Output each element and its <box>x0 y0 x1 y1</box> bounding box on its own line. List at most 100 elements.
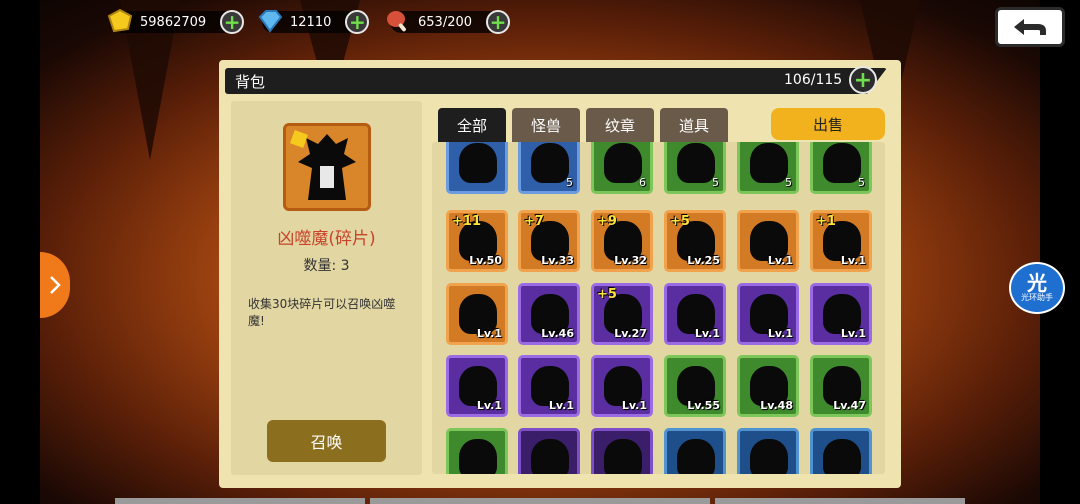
item-count: 5 <box>566 176 573 189</box>
sell-button[interactable]: 出售 <box>771 108 885 140</box>
inventory-item[interactable] <box>446 428 508 474</box>
inventory-item[interactable]: +5 Lv.25 <box>664 210 726 272</box>
enhance-level: +9 <box>597 214 617 229</box>
tab-all[interactable]: 全部 <box>438 108 506 142</box>
nav-bar-segment <box>715 498 965 504</box>
inventory-item[interactable]: Lv.1 <box>591 355 653 417</box>
add-gold-button[interactable]: + <box>220 10 245 34</box>
inventory-item[interactable]: +7 Lv.33 <box>518 210 580 272</box>
helper-floating-button[interactable]: 光 光环助手 <box>1009 262 1065 314</box>
inventory-item[interactable] <box>810 428 872 474</box>
monster-silhouette-icon <box>459 439 497 474</box>
inventory-item[interactable]: 5 <box>664 142 726 194</box>
tab-emblems[interactable]: 纹章 <box>586 108 654 142</box>
stamina-amount: 653/200 <box>418 14 473 30</box>
helper-icon-text: 光 <box>1027 271 1047 295</box>
monster-silhouette-icon <box>604 439 642 474</box>
item-count: 5 <box>785 176 792 189</box>
monster-silhouette-icon <box>531 143 569 183</box>
inventory-item[interactable]: +9 Lv.32 <box>591 210 653 272</box>
item-level: Lv.1 <box>694 327 720 340</box>
inventory-item[interactable]: 5 <box>810 142 872 194</box>
item-level: Lv.1 <box>476 327 502 340</box>
helper-label: 光环助手 <box>1021 293 1053 302</box>
chevron-right-icon <box>50 276 61 294</box>
item-count: 5 <box>712 176 719 189</box>
inventory-item[interactable]: 6 <box>591 142 653 194</box>
inventory-item[interactable]: +1 Lv.1 <box>810 210 872 272</box>
inventory-grid: 5 6 5 5 5 +11 Lv.50 +7 Lv.33 +9 Lv.32 +5 Lv.25 Lv.1 +1… <box>432 142 885 474</box>
item-level: Lv.48 <box>760 399 793 412</box>
item-level: Lv.25 <box>687 254 720 267</box>
stamina-resource: 653/200 + <box>387 9 511 35</box>
gold-icon <box>107 8 133 33</box>
quantity-value: 3 <box>340 258 350 274</box>
item-level: Lv.47 <box>833 399 866 412</box>
selected-item-name: 凶噬魔(碎片) <box>277 229 376 249</box>
item-level: Lv.1 <box>767 327 793 340</box>
item-level: Lv.46 <box>541 327 574 340</box>
item-level: Lv.1 <box>621 399 647 412</box>
inventory-item[interactable]: Lv.55 <box>664 355 726 417</box>
inventory-item[interactable]: 5 <box>737 142 799 194</box>
item-level: Lv.1 <box>548 399 574 412</box>
expand-capacity-button[interactable]: + <box>849 66 877 94</box>
monster-silhouette-icon <box>604 143 642 183</box>
item-level: Lv.50 <box>469 254 502 267</box>
inventory-item[interactable]: 5 <box>518 142 580 194</box>
item-count: 6 <box>639 176 646 189</box>
enhance-level: +1 <box>816 214 836 229</box>
summon-button[interactable]: 召唤 <box>267 420 386 462</box>
monster-silhouette-icon <box>531 439 569 474</box>
inventory-item[interactable] <box>664 428 726 474</box>
inventory-item[interactable]: Lv.48 <box>737 355 799 417</box>
inventory-item[interactable] <box>518 428 580 474</box>
add-gems-button[interactable]: + <box>345 10 370 34</box>
side-expand-tab[interactable] <box>40 252 70 318</box>
selected-item-description: 收集30块碎片可以召唤凶噬魔! <box>248 297 396 328</box>
add-stamina-button[interactable]: + <box>486 10 511 34</box>
inventory-item[interactable]: Lv.46 <box>518 283 580 345</box>
monster-silhouette-icon <box>750 143 788 183</box>
monster-silhouette-icon <box>290 130 356 200</box>
inventory-item[interactable] <box>737 428 799 474</box>
gems-resource: 12110 + <box>258 9 370 35</box>
inventory-item[interactable]: Lv.1 <box>518 355 580 417</box>
nav-bar-segment <box>115 498 365 504</box>
inventory-item[interactable]: Lv.1 <box>737 283 799 345</box>
monster-silhouette-icon <box>459 143 497 183</box>
tab-items[interactable]: 道具 <box>660 108 728 142</box>
item-level: Lv.55 <box>687 399 720 412</box>
cave-edge-right <box>1040 0 1080 504</box>
gem-icon <box>258 10 283 33</box>
tab-monsters[interactable]: 怪兽 <box>512 108 580 142</box>
item-level: Lv.32 <box>614 254 647 267</box>
panel-title: 背包 <box>235 73 266 91</box>
enhance-level: +11 <box>452 214 481 229</box>
inventory-item[interactable]: Lv.1 <box>446 355 508 417</box>
monster-silhouette-icon <box>823 439 861 474</box>
inventory-item[interactable]: Lv.1 <box>810 283 872 345</box>
inventory-item[interactable] <box>446 142 508 194</box>
item-level: Lv.1 <box>476 399 502 412</box>
item-level: Lv.33 <box>541 254 574 267</box>
item-level: Lv.27 <box>614 327 647 340</box>
monster-silhouette-icon <box>750 439 788 474</box>
monster-silhouette-icon <box>677 143 715 183</box>
inventory-item[interactable]: Lv.1 <box>737 210 799 272</box>
inventory-item[interactable]: Lv.1 <box>446 283 508 345</box>
item-count: 5 <box>858 176 865 189</box>
gold-resource: 59862709 + <box>107 8 245 35</box>
inventory-item[interactable]: +5 Lv.27 <box>591 283 653 345</box>
enhance-level: +7 <box>524 214 544 229</box>
enhance-level: +5 <box>670 214 690 229</box>
capacity-count: 106/115 <box>784 72 843 88</box>
back-button[interactable] <box>995 7 1065 47</box>
selected-item-icon <box>283 123 371 211</box>
gems-amount: 12110 <box>290 14 332 30</box>
inventory-item[interactable]: +11 Lv.50 <box>446 210 508 272</box>
inventory-item[interactable] <box>591 428 653 474</box>
enhance-level: +5 <box>597 287 617 302</box>
inventory-item[interactable]: Lv.1 <box>664 283 726 345</box>
inventory-item[interactable]: Lv.47 <box>810 355 872 417</box>
